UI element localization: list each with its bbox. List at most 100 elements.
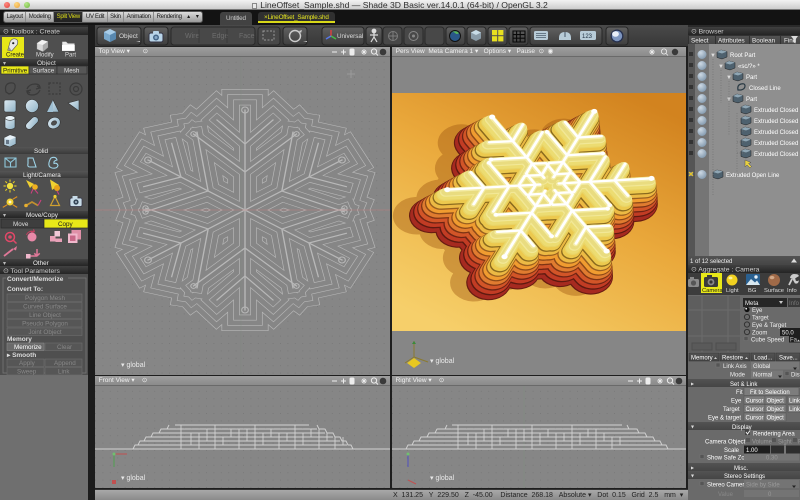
svg-text:Light: Light xyxy=(726,288,739,294)
svg-text:Closed Line: Closed Line xyxy=(749,86,781,92)
svg-text:Memory: Memory xyxy=(7,336,32,343)
svg-text:Extruded Open Line: Extruded Open Line xyxy=(726,173,780,179)
svg-text:⊙ Toolbox : Create: ⊙ Toolbox : Create xyxy=(3,29,60,36)
svg-text:Distant: Distant xyxy=(791,373,800,379)
svg-text:«sc/?» *: «sc/?» * xyxy=(738,64,760,70)
svg-text:▾: ▾ xyxy=(691,425,694,431)
svg-text:Select: Select xyxy=(691,38,709,45)
svg-text:Part: Part xyxy=(746,75,757,81)
svg-text:Memorize: Memorize xyxy=(14,344,42,351)
svg-text:Cursor: Cursor xyxy=(746,407,764,413)
svg-text:Link Axis: Link Axis xyxy=(723,364,747,370)
svg-text:▼: ▼ xyxy=(718,64,724,70)
svg-text:▼: ▼ xyxy=(726,75,732,81)
svg-text:BG: BG xyxy=(748,288,757,294)
svg-text:Modify: Modify xyxy=(36,53,54,59)
svg-text:Camera Object: Camera Object xyxy=(705,440,746,446)
svg-text:Apply: Apply xyxy=(19,360,36,367)
svg-text:Sweep: Sweep xyxy=(17,369,37,376)
svg-text:Mode: Mode xyxy=(730,373,746,379)
svg-text:▸: ▸ xyxy=(691,466,694,472)
svg-text:Universal: Universal xyxy=(337,33,363,40)
svg-text:Pseudo Polygon: Pseudo Polygon xyxy=(22,321,68,328)
svg-text:Stereo Camera: Stereo Camera xyxy=(707,483,748,489)
svg-text:Copy: Copy xyxy=(58,221,74,228)
svg-text:Meta: Meta xyxy=(745,301,759,307)
svg-text:Eye: Eye xyxy=(731,399,742,405)
svg-text:Joint Object: Joint Object xyxy=(28,329,61,336)
svg-text:⊙ Tool Parameters: ⊙ Tool Parameters xyxy=(3,268,61,275)
svg-text:Part: Part xyxy=(65,53,76,59)
svg-text:Surface: Surface xyxy=(764,288,784,294)
svg-text:Primitive: Primitive xyxy=(3,68,28,75)
svg-text:▾: ▾ xyxy=(3,213,6,219)
svg-text:Mesh: Mesh xyxy=(64,68,80,75)
svg-text:Cube Speed: Cube Speed xyxy=(751,338,784,344)
svg-text:Save...: Save... xyxy=(779,356,798,362)
svg-text:▼: ▼ xyxy=(726,97,732,103)
svg-text:0.30: 0.30 xyxy=(766,456,778,462)
svg-text:Normal: Normal xyxy=(753,373,772,379)
svg-text:Convert/Memorize: Convert/Memorize xyxy=(7,276,64,283)
svg-text:▼: ▼ xyxy=(710,53,716,59)
svg-text:Curved Surface: Curved Surface xyxy=(23,304,67,311)
svg-text:Eye & target: Eye & target xyxy=(708,416,741,422)
svg-text:Eye: Eye xyxy=(752,308,763,314)
svg-text:Extruded Closed: Extruded Closed xyxy=(754,152,798,158)
svg-text:Volume: Volume xyxy=(752,440,773,446)
svg-text:Edge: Edge xyxy=(212,33,228,40)
svg-text:Global: Global xyxy=(753,364,770,370)
svg-text:Stereo Settings: Stereo Settings xyxy=(724,474,765,480)
svg-text:Face: Face xyxy=(239,33,255,40)
svg-text:Scale: Scale xyxy=(724,448,740,454)
svg-text:Load...: Load... xyxy=(754,356,773,362)
svg-text:Clear: Clear xyxy=(57,344,72,351)
svg-text:Object: Object xyxy=(119,33,138,40)
svg-text:Cursor: Cursor xyxy=(746,416,764,422)
svg-text:Convert To:: Convert To: xyxy=(7,286,43,293)
svg-text:Cursor: Cursor xyxy=(746,399,764,405)
svg-text:Boolean: Boolean xyxy=(752,38,776,45)
svg-text:Target: Target xyxy=(723,407,740,413)
svg-text:Link: Link xyxy=(58,369,70,376)
svg-text:Info: Info xyxy=(787,288,797,294)
svg-text:Polygon Mesh: Polygon Mesh xyxy=(25,295,65,302)
svg-text:⊙ Aggregate : Camera: ⊙ Aggregate : Camera xyxy=(691,267,760,274)
svg-text:Side by Side: Side by Side xyxy=(746,483,780,489)
svg-text:Object: Object xyxy=(767,416,785,422)
svg-text:Wire: Wire xyxy=(185,33,199,40)
svg-text:Object: Object xyxy=(767,407,785,413)
svg-text:Fit: Fit xyxy=(736,390,743,396)
svg-text:▾: ▾ xyxy=(691,474,694,480)
svg-text:1.00: 1.00 xyxy=(746,448,758,454)
svg-text:Other: Other xyxy=(33,260,49,267)
svg-text:Sight: Sight xyxy=(778,440,792,446)
svg-text:⊙ Browser: ⊙ Browser xyxy=(691,29,724,36)
svg-text:Solid: Solid xyxy=(34,148,48,155)
svg-text:Set & Link: Set & Link xyxy=(730,382,758,388)
svg-text:Link: Link xyxy=(789,399,800,405)
svg-text:Move: Move xyxy=(13,221,29,228)
svg-text:Extruded Closed: Extruded Closed xyxy=(754,130,798,136)
svg-text:Value: Value xyxy=(718,492,734,498)
svg-text:Extruded Closed: Extruded Closed xyxy=(754,141,798,147)
svg-text:Zoom: Zoom xyxy=(752,331,767,337)
svg-text:▸ Smooth: ▸ Smooth xyxy=(6,352,36,359)
svg-text:Camera: Camera xyxy=(702,288,723,294)
svg-text:▸: ▸ xyxy=(691,382,694,388)
svg-text:Link: Link xyxy=(789,407,800,413)
svg-text:Fa: Fa xyxy=(790,338,798,344)
svg-text:Memory: Memory xyxy=(691,356,713,362)
svg-text:Restore: Restore xyxy=(722,356,744,362)
svg-text:Light/Camera: Light/Camera xyxy=(23,172,61,179)
svg-text:Fit to Selection: Fit to Selection xyxy=(750,390,790,396)
svg-text:Append: Append xyxy=(54,360,76,367)
svg-text:Surface: Surface xyxy=(33,68,55,75)
svg-text:Attributes: Attributes xyxy=(718,38,745,45)
svg-text:Object: Object xyxy=(767,399,785,405)
svg-text:Create: Create xyxy=(6,53,25,59)
svg-text:Target: Target xyxy=(752,316,769,322)
svg-text:Line Object: Line Object xyxy=(29,312,61,319)
svg-text:Rendering Area: Rendering Area xyxy=(753,432,795,438)
svg-text:Move/Copy: Move/Copy xyxy=(26,212,59,219)
